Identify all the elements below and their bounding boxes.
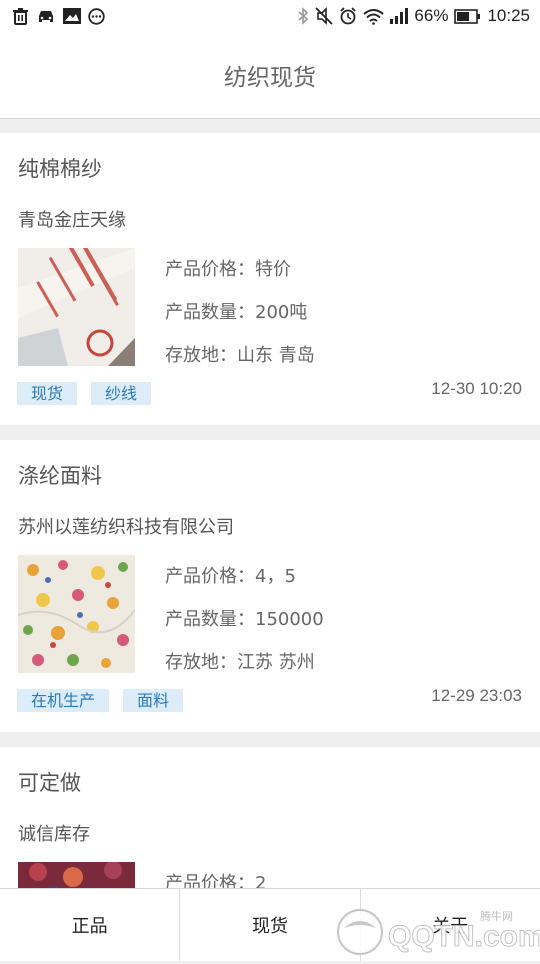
signal-icon [390, 8, 409, 24]
alarm-icon [339, 7, 357, 25]
company-name: 青岛金庄天缘 [18, 210, 126, 231]
watermark-text: QQTN.com [388, 920, 540, 953]
page-header: 纺织现货 [0, 32, 540, 119]
wifi-icon [363, 8, 385, 25]
image-icon [63, 8, 81, 24]
watermark-logo: QQTN.com 腾牛网 [330, 900, 540, 960]
page-title: 纺织现货 [224, 65, 316, 91]
product-title: 涤纶面料 [18, 464, 102, 488]
company-name: 诚信库存 [18, 824, 90, 845]
product-card[interactable]: 涤纶面料 苏州以莲纺织科技有限公司 产品价格：4，5 产品数量：150000 存… [0, 440, 540, 732]
product-title: 纯棉棉纱 [18, 157, 102, 181]
tag-list: 现货 纱线 [17, 382, 152, 405]
tag-badge: 在机生产 [17, 689, 110, 712]
post-time: 12-30 10:20 [431, 379, 522, 398]
product-location: 存放地：江苏 苏州 [165, 652, 315, 673]
product-quantity: 产品数量：150000 [165, 609, 324, 630]
product-card[interactable]: 纯棉棉纱 青岛金庄天缘 产品价格：特价 产品数量：200吨 存放地：山东 青岛 … [0, 133, 540, 425]
product-price: 产品价格：4，5 [165, 566, 296, 587]
status-bar: 66% 10:25 [0, 0, 540, 32]
status-right-icons: 66% 10:25 [297, 6, 530, 26]
product-price: 产品价格：特价 [165, 259, 291, 280]
status-left-icons [12, 7, 105, 25]
watermark-small-text: 腾牛网 [480, 909, 513, 923]
company-name: 苏州以莲纺织科技有限公司 [18, 517, 234, 538]
status-time: 10:25 [487, 6, 530, 25]
product-thumbnail [18, 555, 135, 673]
product-thumbnail [18, 862, 135, 888]
tag-badge: 纱线 [91, 382, 152, 405]
product-price: 产品价格：2 [165, 873, 267, 888]
tab-genuine[interactable]: 正品 [0, 889, 181, 961]
bluetooth-icon [297, 7, 309, 25]
product-thumbnail [18, 248, 135, 366]
mute-icon [315, 7, 334, 25]
post-time: 12-29 23:03 [431, 686, 522, 705]
tag-badge: 面料 [123, 689, 184, 712]
battery-percent: 66% [414, 6, 449, 25]
car-icon [36, 8, 56, 25]
trash-icon [12, 7, 29, 25]
tag-badge: 现货 [17, 382, 78, 405]
product-location: 存放地：山东 青岛 [165, 345, 315, 366]
product-title: 可定做 [18, 771, 81, 795]
more-circle-icon [88, 7, 105, 25]
tag-list: 在机生产 面料 [17, 689, 184, 712]
product-card[interactable]: 可定做 诚信库存 产品价格：2 [0, 747, 540, 888]
battery-icon [454, 8, 481, 24]
product-quantity: 产品数量：200吨 [165, 302, 308, 323]
